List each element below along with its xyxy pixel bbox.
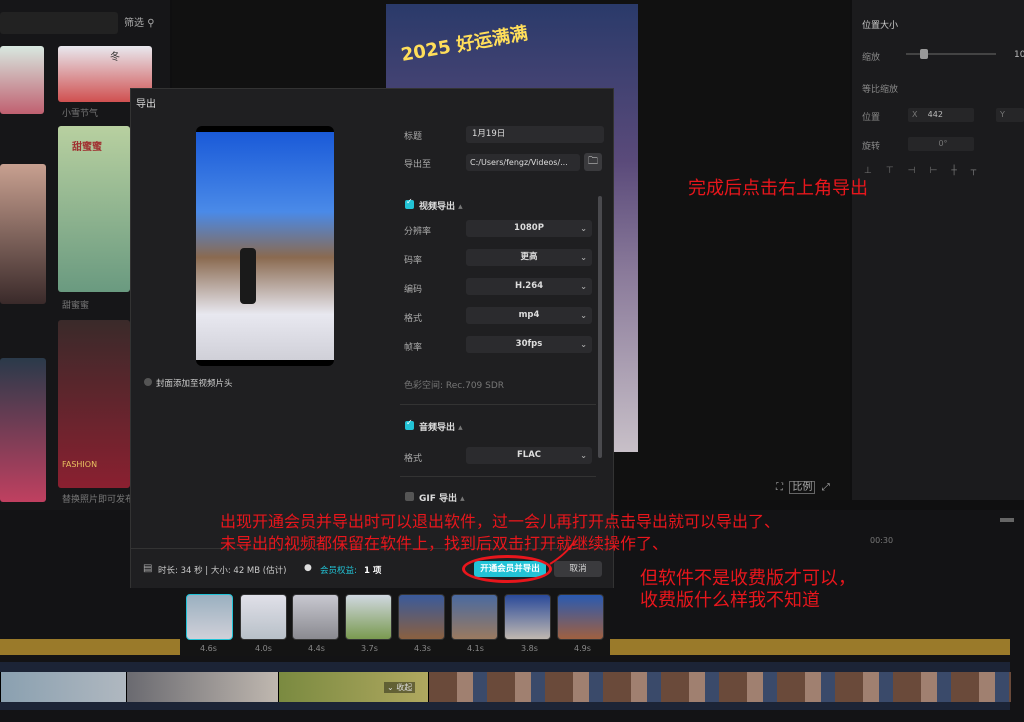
scale-value: 10 <box>1014 50 1024 60</box>
folder-icon[interactable]: 🗀 <box>584 153 602 171</box>
frame-duration: 4.4s <box>308 644 325 653</box>
fullscreen-icon[interactable]: ⤢ <box>822 482 830 493</box>
media-thumb-6[interactable]: FASHION <box>58 320 130 488</box>
color-space-info: 色彩空间: Rec.709 SDR <box>404 381 505 391</box>
video-export-checkbox[interactable]: ✓ <box>405 197 414 209</box>
collapse-button[interactable]: ⌄ 收起 <box>384 682 416 693</box>
section-divider <box>400 476 596 477</box>
cover-checkbox-label: 封面添加至视频片头 <box>156 379 233 389</box>
filmstrip-frame <box>240 594 287 640</box>
media-label: 替换照片即可发布 <box>62 495 135 505</box>
annotation-arrow <box>549 541 575 565</box>
media-thumb-1[interactable] <box>0 46 44 114</box>
ratio-scale-label: 等比缩放 <box>862 85 899 95</box>
media-thumb-3[interactable] <box>0 164 46 304</box>
frame-duration: 3.8s <box>521 644 538 653</box>
frame-duration: 4.6s <box>200 644 217 653</box>
rotate-input[interactable]: 0° <box>908 137 974 151</box>
section-divider <box>400 404 596 405</box>
filmstrip-frame <box>504 594 551 640</box>
media-search-input[interactable] <box>0 12 118 34</box>
duration-info: 时长: 34 秒 | 大小: 42 MB (估计) <box>158 566 287 576</box>
member-benefit-label[interactable]: 会员权益: <box>320 564 357 576</box>
filmstrip-frame <box>451 594 498 640</box>
position-label: 位置 <box>862 113 881 123</box>
frame-duration: 4.3s <box>414 644 431 653</box>
filmstrip-frame <box>186 594 233 640</box>
framerate-select[interactable]: 30fps ⌄ <box>466 336 592 353</box>
codec-label: 编码 <box>404 285 423 295</box>
format-label: 格式 <box>404 314 423 324</box>
framerate-label: 帧率 <box>404 343 423 353</box>
filmstrip-frame <box>398 594 445 640</box>
align-toolbar[interactable]: ⊥⊤⊣⊢┼┬ <box>864 166 1024 180</box>
filmstrip-frame <box>557 594 604 640</box>
resolution-label: 分辨率 <box>404 227 432 237</box>
filmstrip-frame <box>345 594 392 640</box>
export-path-input[interactable]: C:/Users/fengz/Videos/... <box>466 154 580 171</box>
member-benefit-count: 1 项 <box>364 566 382 576</box>
section-title: 位置大小 <box>862 21 899 31</box>
audio-export-checkbox[interactable]: ✓ <box>405 418 414 430</box>
media-thumb-5[interactable] <box>0 358 46 502</box>
audio-format-label: 格式 <box>404 454 423 464</box>
timeline-clip[interactable] <box>126 672 279 702</box>
cover-preview[interactable] <box>196 126 334 366</box>
time-marker: 00:30 <box>870 536 894 545</box>
settings-scrollbar[interactable] <box>598 196 602 458</box>
gif-export-checkbox[interactable] <box>405 492 414 501</box>
filter-button[interactable]: 筛选 ⚲ <box>124 14 155 29</box>
export-to-label: 导出至 <box>404 160 432 170</box>
gif-export-label: GIF 导出 ▴ <box>419 494 465 504</box>
annotation-circle <box>462 555 552 583</box>
timeline-clip[interactable] <box>428 672 1011 702</box>
annotation-middle-1: 出现开通会员并导出时可以退出软件，过一会儿再打开点击导出就可以导出了、 <box>220 512 781 531</box>
bitrate-label: 码率 <box>404 256 423 266</box>
position-y-input[interactable]: Y <box>996 108 1024 122</box>
preview-toolbar: ⛶ 比例 ⤢ <box>776 478 830 494</box>
scale-label: 缩放 <box>862 53 881 63</box>
ratio-button[interactable]: 比例 <box>789 481 816 494</box>
frame-duration: 3.7s <box>361 644 378 653</box>
filmstrip-frame <box>292 594 339 640</box>
codec-select[interactable]: H.264 ⌄ <box>466 278 592 295</box>
media-thumb-4[interactable]: 甜蜜蜜 <box>58 126 130 292</box>
scale-slider-handle[interactable] <box>920 49 928 59</box>
zoom-slider[interactable] <box>1000 518 1014 522</box>
cover-figure <box>240 248 256 304</box>
media-label: 小雪节气 <box>62 109 99 119</box>
annotation-middle-2: 未导出的视频都保留在软件上，找到后双击打开就继续操作了、 <box>220 534 669 553</box>
audio-format-select[interactable]: FLAC ⌄ <box>466 447 592 464</box>
timeline-clip[interactable] <box>0 672 127 702</box>
annotation-bottom-2: 收费版什么样我不知道 <box>640 590 820 611</box>
cover-image <box>196 132 334 360</box>
film-icon: ▤ <box>143 563 153 574</box>
resolution-select[interactable]: 1080P ⌄ <box>466 220 592 237</box>
bitrate-select[interactable]: 更高 ⌄ <box>466 249 592 266</box>
properties-panel <box>852 0 1024 500</box>
frame-duration: 4.9s <box>574 644 591 653</box>
audio-export-label: 音频导出 ▴ <box>419 423 463 433</box>
dialog-title: 导出 <box>136 99 156 110</box>
rotate-label: 旋转 <box>862 142 881 152</box>
title-input[interactable]: 1月19日 <box>466 126 604 143</box>
screenshot-icon[interactable]: ⛶ <box>776 482 783 493</box>
position-x-input[interactable]: X 442 <box>908 108 974 122</box>
cover-checkbox[interactable] <box>144 378 152 386</box>
annotation-top-right: 完成后点击右上角导出 <box>688 178 868 199</box>
info-icon: ● <box>304 563 312 573</box>
filter-icon: ⚲ <box>147 18 155 29</box>
format-select[interactable]: mp4 ⌄ <box>466 307 592 324</box>
frame-duration: 4.0s <box>255 644 272 653</box>
frame-duration: 4.1s <box>467 644 484 653</box>
media-label: 甜蜜蜜 <box>62 301 90 311</box>
title-label: 标题 <box>404 132 423 142</box>
video-export-label: 视频导出 ▴ <box>419 202 463 212</box>
